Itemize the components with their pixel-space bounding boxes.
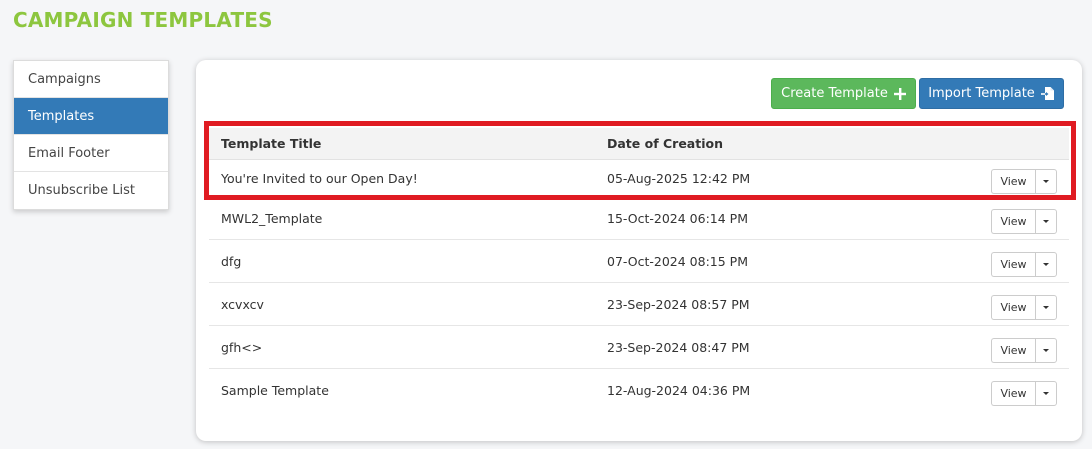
template-title-cell: gfh<> — [221, 339, 263, 355]
column-header-date: Date of Creation — [607, 136, 723, 151]
row-actions: View — [991, 251, 1057, 277]
table-row: Sample Template 12-Aug-2024 04:36 PM Vie… — [209, 369, 1069, 412]
sidebar-item-unsubscribe-list[interactable]: Unsubscribe List — [14, 172, 168, 209]
template-title-cell: xcvxcv — [221, 296, 264, 312]
table-header: Template Title Date of Creation — [209, 128, 1069, 160]
sidebar-nav: Campaigns Templates Email Footer Unsubsc… — [13, 60, 169, 210]
view-button[interactable]: View — [991, 168, 1035, 194]
row-actions: View — [991, 168, 1057, 194]
creation-date-cell: 23-Sep-2024 08:57 PM — [607, 296, 750, 312]
sidebar-item-campaigns[interactable]: Campaigns — [14, 61, 168, 98]
row-menu-toggle[interactable] — [1035, 168, 1057, 194]
template-title-cell: You're Invited to our Open Day! — [221, 170, 418, 186]
view-button[interactable]: View — [991, 251, 1035, 277]
creation-date-cell: 15-Oct-2024 06:14 PM — [607, 210, 748, 226]
row-actions: View — [991, 208, 1057, 234]
creation-date-cell: 07-Oct-2024 08:15 PM — [607, 253, 748, 269]
row-actions: View — [991, 381, 1057, 406]
table-row: dfg 07-Oct-2024 08:15 PM View — [209, 240, 1069, 283]
row-menu-toggle[interactable] — [1035, 208, 1057, 234]
create-template-label: Create Template — [781, 86, 888, 101]
row-menu-toggle[interactable] — [1035, 251, 1057, 277]
row-menu-toggle[interactable] — [1035, 381, 1057, 406]
templates-panel: Create Template Import Template Template… — [196, 60, 1082, 441]
caret-down-icon — [1043, 219, 1049, 223]
row-menu-toggle[interactable] — [1035, 337, 1057, 363]
view-button[interactable]: View — [991, 208, 1035, 234]
view-button[interactable]: View — [991, 337, 1035, 363]
column-header-title: Template Title — [221, 136, 322, 151]
table-row: xcvxcv 23-Sep-2024 08:57 PM View — [209, 283, 1069, 326]
creation-date-cell: 23-Sep-2024 08:47 PM — [607, 339, 750, 355]
import-template-label: Import Template — [928, 86, 1035, 101]
template-title-cell: dfg — [221, 253, 242, 269]
row-actions: View — [991, 294, 1057, 320]
row-actions: View — [991, 337, 1057, 363]
import-template-button[interactable]: Import Template — [919, 78, 1064, 109]
create-template-button[interactable]: Create Template — [771, 78, 916, 109]
creation-date-cell: 05-Aug-2025 12:42 PM — [607, 170, 751, 186]
caret-down-icon — [1043, 392, 1049, 395]
view-button[interactable]: View — [991, 381, 1035, 406]
table-row: You're Invited to our Open Day! 05-Aug-2… — [209, 160, 1069, 197]
page-title: CAMPAIGN TEMPLATES — [13, 8, 273, 32]
caret-down-icon — [1043, 348, 1049, 352]
row-menu-toggle[interactable] — [1035, 294, 1057, 320]
table-row: MWL2_Template 15-Oct-2024 06:14 PM View — [209, 197, 1069, 240]
template-title-cell: Sample Template — [221, 383, 329, 398]
caret-down-icon — [1043, 262, 1049, 266]
table-row: gfh<> 23-Sep-2024 08:47 PM View — [209, 326, 1069, 369]
caret-down-icon — [1043, 305, 1049, 309]
templates-table: Template Title Date of Creation You're I… — [209, 128, 1069, 412]
creation-date-cell: 12-Aug-2024 04:36 PM — [607, 383, 751, 398]
sidebar-item-templates[interactable]: Templates — [14, 98, 168, 135]
caret-down-icon — [1043, 179, 1049, 183]
sidebar-item-email-footer[interactable]: Email Footer — [14, 135, 168, 172]
template-title-cell: MWL2_Template — [221, 210, 323, 226]
plus-icon — [893, 87, 906, 100]
view-button[interactable]: View — [991, 294, 1035, 320]
file-import-icon — [1040, 86, 1055, 101]
